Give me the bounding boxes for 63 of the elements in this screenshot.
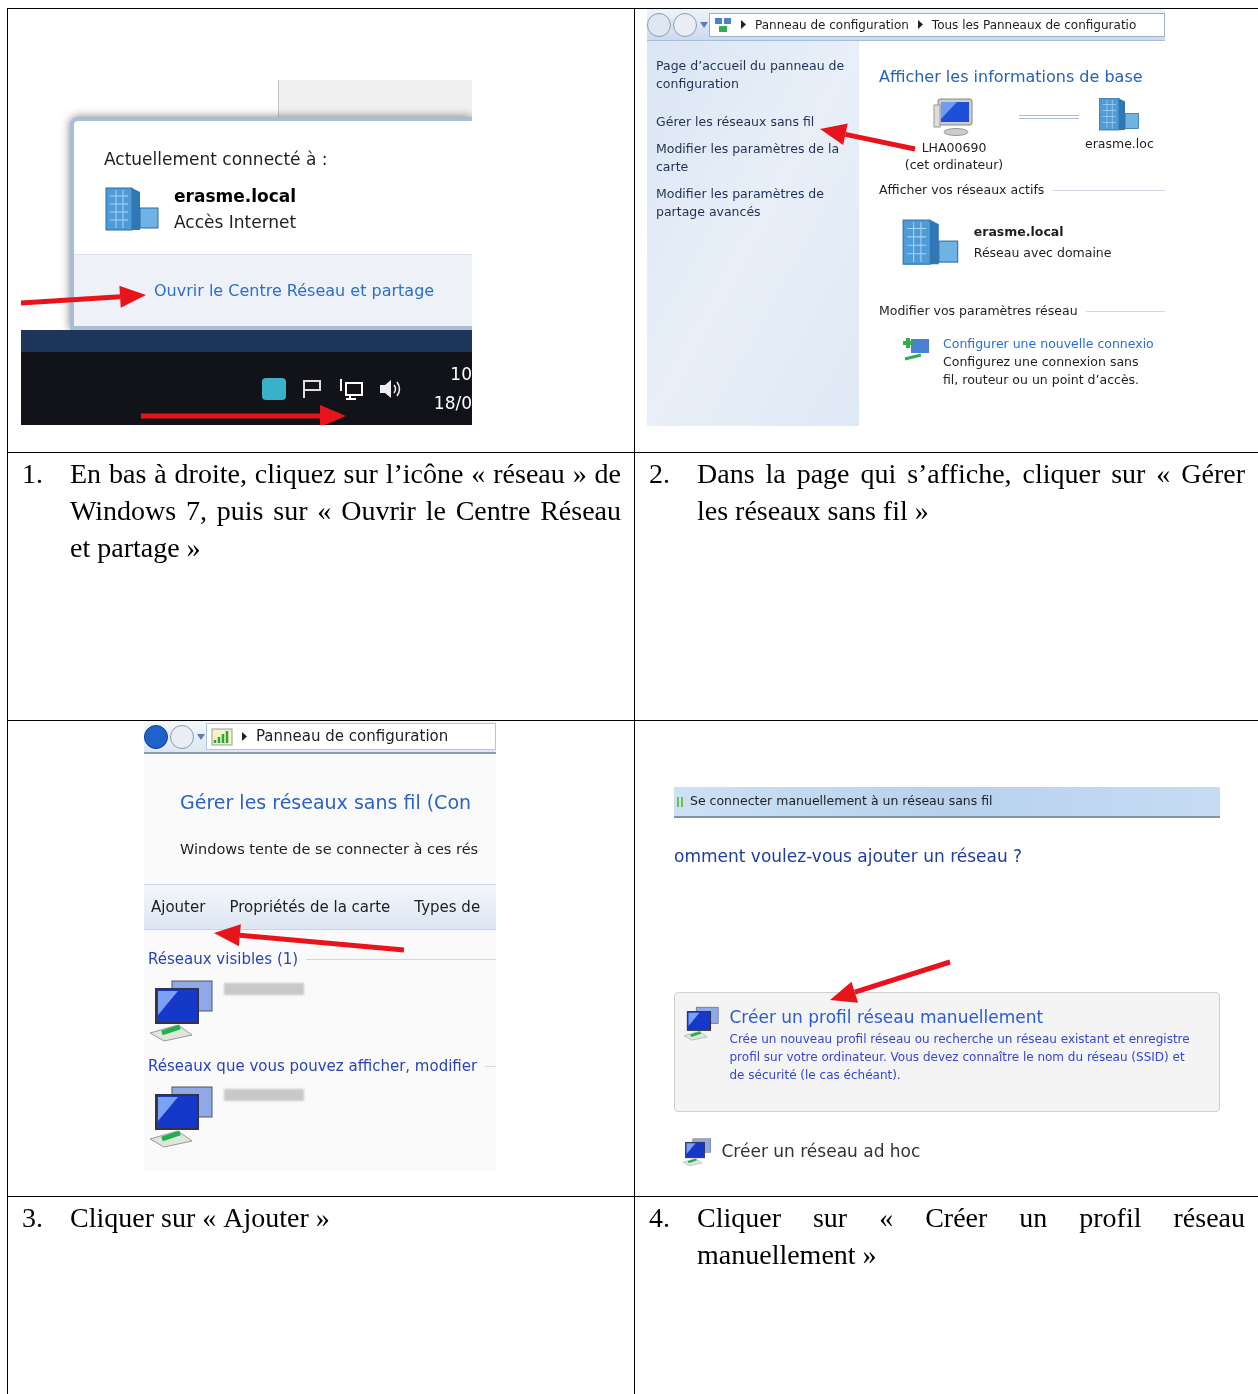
network-computers-icon: [682, 1136, 714, 1167]
section-heading: Modifier vos paramètres réseau: [879, 302, 1078, 321]
breadcrumb-item[interactable]: Panneau de configuration: [755, 15, 909, 34]
section-heading: Réseaux visibles (1): [148, 949, 299, 971]
server-icon: [104, 185, 160, 232]
option-title: Créer un profil réseau manuellement: [729, 1005, 1045, 1029]
clock[interactable]: 10 18/0: [433, 359, 472, 418]
caret-icon: [916, 20, 924, 29]
step-instruction: Dans la page qui s’affiche, cliquer sur « Gérer les réseaux sans fil »: [697, 457, 1245, 528]
sidebar-link[interactable]: Gérer les réseaux sans fil: [656, 113, 851, 131]
option-title[interactable]: Créer un réseau ad hoc: [721, 1138, 921, 1165]
signal-icon: [211, 727, 233, 746]
network-icon[interactable]: [338, 376, 364, 401]
step-number: 3.: [22, 1201, 44, 1235]
flag-icon[interactable]: [300, 377, 324, 400]
page-question: omment voulez-vous ajouter un réseau ?: [674, 845, 1024, 868]
option-description: profil sur votre ordinateur. Vous devez connaître le nom du réseau (SSID) et: [729, 1049, 1186, 1066]
computer-icon: [932, 97, 976, 137]
address-bar[interactable]: Panneau de configuration Tous les Panneaux de configuratio: [709, 12, 1165, 37]
app-icon[interactable]: [262, 377, 286, 400]
breadcrumb-item[interactable]: Tous les Panneaux de configuratio: [931, 15, 1137, 34]
back-button[interactable]: [144, 724, 168, 749]
new-connection-description: Configurez une connexion sans fil, routeur ou un point d’accès.: [943, 352, 1141, 389]
network-computers-icon: [683, 1004, 722, 1041]
page-subtitle: Windows tente de se connecter à ces rés: [179, 839, 480, 859]
computer-name: LHA00690: [921, 139, 987, 156]
sidebar-link[interactable]: Modifier les paramètres de partage avancés: [656, 185, 851, 221]
step-number: 1.: [22, 457, 44, 491]
address-bar[interactable]: Panneau de configuration: [206, 723, 496, 750]
network-name: erasme.loc: [1085, 134, 1154, 152]
speaker-icon[interactable]: [378, 377, 402, 400]
network-name: erasme.local: [174, 184, 297, 208]
section-heading: Réseaux que vous pouvez afficher, modifier: [148, 1055, 478, 1077]
option-description: Crée un nouveau profil réseau ou recherche un réseau existant et enregistre: [729, 1031, 1190, 1048]
step-instruction: En bas à droite, cliquez sur l’icône « réseau » de Windows 7, puis sur « Ouvrir le Centre Réseau et partage »: [70, 457, 621, 565]
caret-icon: [740, 20, 747, 29]
step-number: 2.: [649, 457, 671, 491]
window-title: Se connecter manuellement à un réseau sans fil: [690, 792, 993, 811]
toolbar-button[interactable]: Propriétés de la carte: [229, 896, 391, 919]
step-instruction: Cliquer sur « Créer un profil réseau manuellement »: [697, 1201, 1245, 1272]
control-panel-icon: [714, 16, 732, 33]
network-name: erasme.local: [973, 222, 1065, 241]
sidebar-link[interactable]: Page d’accueil du panneau de configuration: [656, 57, 851, 93]
server-icon: [1098, 97, 1141, 132]
network-type: Réseau avec domaine: [973, 243, 1112, 262]
computer-note: (cet ordinateur): [904, 156, 1004, 173]
section-heading: Afficher vos réseaux actifs: [879, 181, 1045, 199]
step-instruction: Cliquer sur « Ajouter »: [70, 1201, 331, 1235]
dropdown-icon[interactable]: [196, 732, 206, 741]
option-description: de sécurité (le cas échéant).: [729, 1067, 902, 1084]
caret-icon: [241, 732, 248, 741]
page-title: Gérer les réseaux sans fil (Con: [179, 790, 473, 815]
dropdown-icon[interactable]: [699, 20, 709, 29]
server-icon: [901, 217, 960, 267]
page-title: Afficher les informations de base: [879, 66, 1144, 88]
network-status: Accès Internet: [174, 210, 297, 234]
toolbar-button[interactable]: Ajouter: [151, 896, 206, 919]
step-number: 4.: [649, 1201, 671, 1235]
option-card[interactable]: [674, 991, 1220, 1112]
sidebar-link[interactable]: Modifier les paramètres de la carte: [656, 140, 851, 176]
new-connection-link[interactable]: Configurer une nouvelle connexio: [943, 334, 1154, 353]
toolbar-button[interactable]: Types de: [414, 896, 481, 919]
popup-heading: Actuellement connecté à :: [104, 148, 329, 171]
